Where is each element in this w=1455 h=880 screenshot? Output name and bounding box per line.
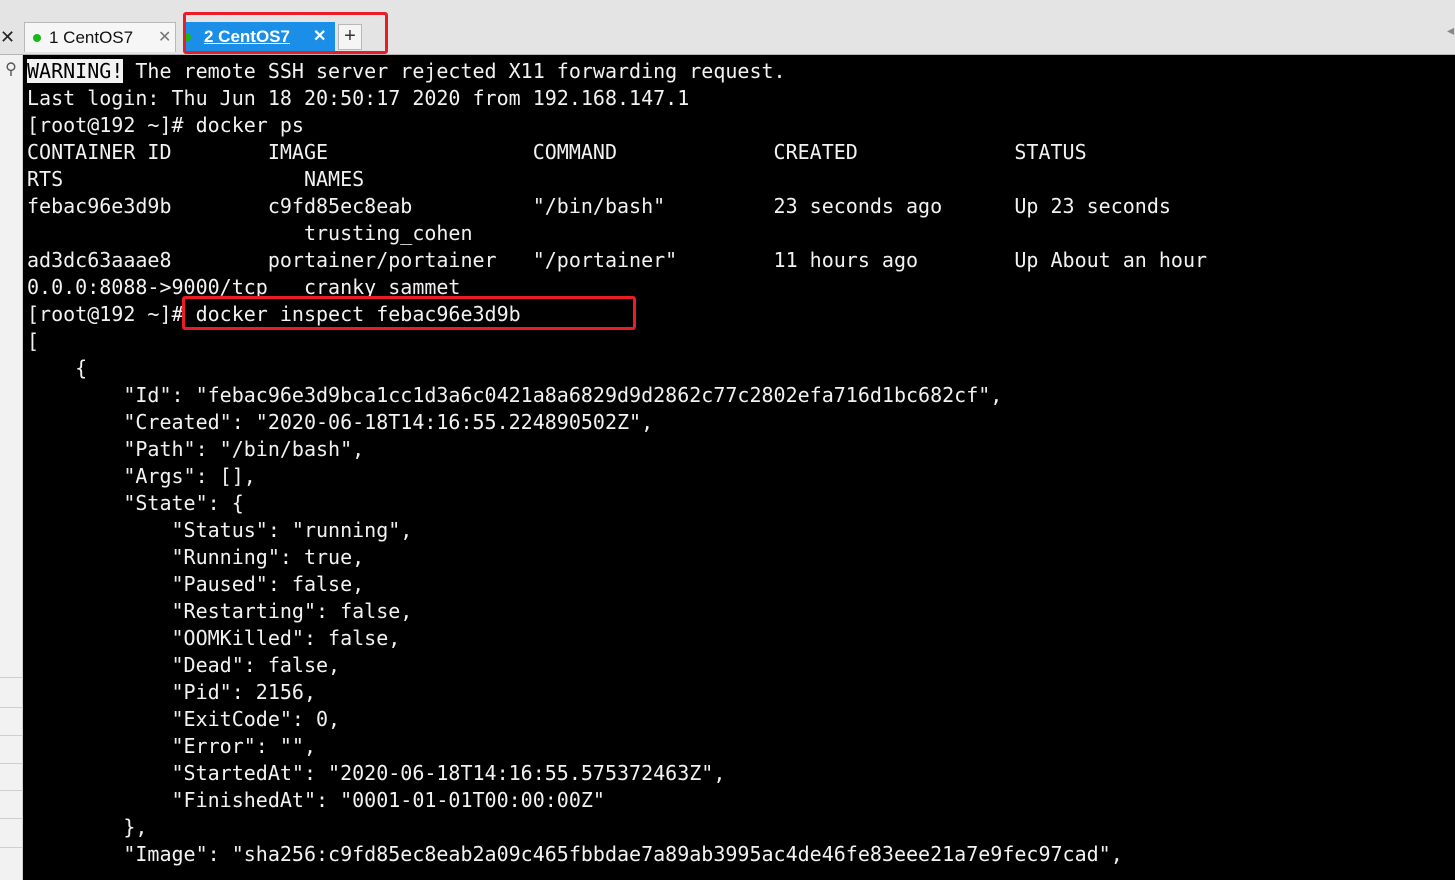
gutter-divider <box>0 763 22 764</box>
terminal-line: WARNING! The remote SSH server rejected … <box>27 58 786 85</box>
close-icon[interactable]: ✕ <box>0 24 15 50</box>
warning-text: The remote SSH server rejected X11 forwa… <box>123 59 786 83</box>
terminal-line: "OOMKilled": false, <box>27 626 401 650</box>
terminal-line: ad3dc63aaae8 portainer/portainer "/porta… <box>27 248 1208 272</box>
gutter-divider <box>0 847 22 848</box>
gutter-divider <box>0 707 22 708</box>
terminal-line: CONTAINER ID IMAGE COMMAND CREATED STATU… <box>27 140 1087 164</box>
terminal-line: Last login: Thu Jun 18 20:50:17 2020 fro… <box>27 86 690 110</box>
gutter-divider <box>0 735 22 736</box>
warning-badge: WARNING! <box>27 59 124 83</box>
search-icon[interactable]: ⚲ <box>0 59 22 79</box>
connection-status-icon <box>33 34 41 42</box>
tab-session-1[interactable]: 1 CentOS7 ✕ <box>24 22 176 52</box>
terminal-line: RTS NAMES <box>27 167 365 191</box>
terminal-line: "Dead": false, <box>27 653 341 677</box>
terminal-line: "Paused": false, <box>27 572 365 596</box>
terminal-line: [ <box>27 329 40 353</box>
tab-bar: ✕ 1 CentOS7 ✕ 2 CentOS7 ✕ + ◂ <box>0 0 1455 55</box>
terminal-line: "Path": "/bin/bash", <box>27 437 365 461</box>
terminal-line: "Error": "", <box>27 734 316 758</box>
terminal-line: "StartedAt": "2020-06-18T14:16:55.575372… <box>27 761 726 785</box>
terminal-line: "Running": true, <box>27 545 365 569</box>
terminal-line: "Id": "febac96e3d9bca1cc1d3a6c0421a8a682… <box>27 383 1003 407</box>
terminal-line: "State": { <box>27 491 244 515</box>
gutter-divider <box>0 818 22 819</box>
terminal-line: "FinishedAt": "0001-01-01T00:00:00Z" <box>27 788 605 812</box>
terminal-line: }, <box>27 815 148 839</box>
terminal-line: "Image": "sha256:c9fd85ec8eab2a09c465fbb… <box>27 842 1123 866</box>
terminal-line: "ExitCode": 0, <box>27 707 341 731</box>
terminal-line: { <box>27 356 88 380</box>
annotation-highlight-box <box>183 12 388 54</box>
terminal-line: trusting_cohen <box>27 221 473 245</box>
terminal-line: "Args": [], <box>27 464 256 488</box>
terminal-line: "Pid": 2156, <box>27 680 316 704</box>
terminal-line: febac96e3d9b c9fd85ec8eab "/bin/bash" 23… <box>27 194 1171 218</box>
terminal-output[interactable]: WARNING! The remote SSH server rejected … <box>23 55 1455 880</box>
left-gutter: ⚲ <box>0 55 23 880</box>
terminal-line: [root@192 ~]# docker ps <box>27 113 304 137</box>
gutter-divider <box>0 790 22 791</box>
terminal-line: "Status": "running", <box>27 518 413 542</box>
gutter-divider <box>0 677 22 678</box>
tab-label: 1 CentOS7 <box>49 28 134 47</box>
tab-scroll-icon[interactable]: ◂ <box>1447 22 1455 52</box>
terminal-line: "Created": "2020-06-18T14:16:55.22489050… <box>27 410 654 434</box>
annotation-highlight-box <box>182 296 636 330</box>
close-tab-icon[interactable]: ✕ <box>158 23 171 53</box>
terminal-line: "Restarting": false, <box>27 599 413 623</box>
